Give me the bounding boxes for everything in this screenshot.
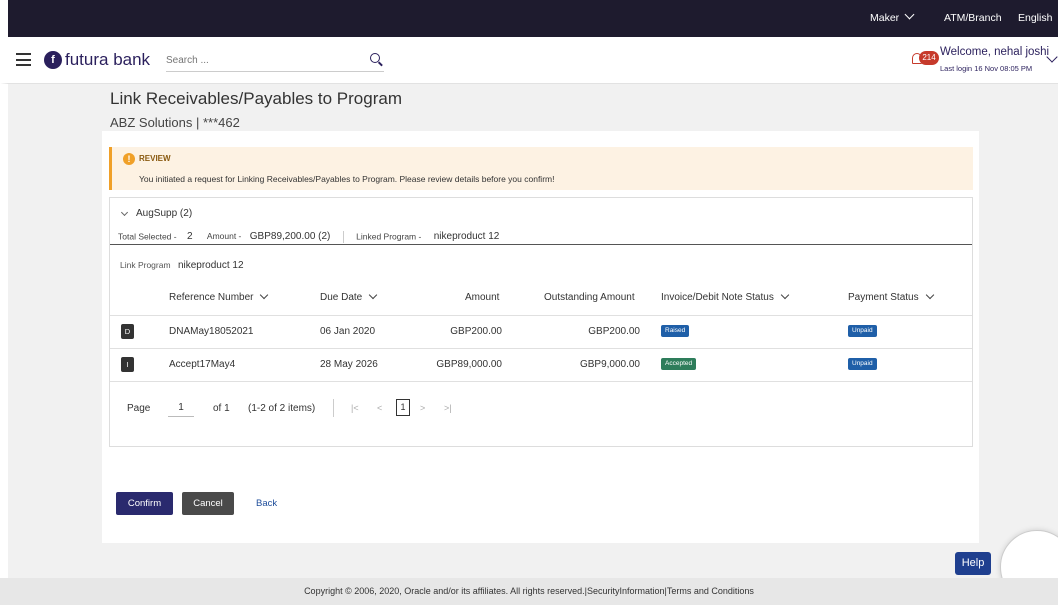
table-header: Reference Number Due Date Amount Outstan…: [110, 280, 972, 316]
column-amount: Amount: [465, 292, 500, 303]
top-bar: Maker ATM/Branch English: [0, 0, 1058, 57]
review-title: REVIEW: [139, 154, 171, 163]
cancel-button[interactable]: Cancel: [182, 492, 234, 515]
total-selected-label: Total Selected -: [118, 231, 177, 242]
page-subtitle: ABZ Solutions | ***462: [110, 115, 240, 130]
link-program-field: Link Program nikeproduct 12: [120, 260, 244, 271]
amount: GBP89,000.00: [436, 359, 502, 370]
column-label: Reference Number: [169, 292, 254, 303]
back-link[interactable]: Back: [256, 492, 277, 515]
review-message: You initiated a request for Linking Rece…: [139, 174, 555, 184]
language-selector[interactable]: English: [1018, 0, 1058, 57]
payment-status-badge: Unpaid: [848, 358, 877, 370]
reference-number[interactable]: Accept17May4: [169, 359, 235, 370]
brand-logo[interactable]: f futura bank: [44, 49, 150, 71]
prev-page-icon[interactable]: <: [377, 403, 382, 413]
app-header: f futura bank 214 Welcome, nehal joshi L…: [0, 37, 1058, 84]
group-panel: AugSupp (2) Total Selected - 2 Amount - …: [109, 197, 973, 447]
avatar: I: [121, 357, 134, 372]
last-page-icon[interactable]: >|: [444, 403, 452, 413]
atm-branch-link[interactable]: ATM/Branch: [944, 0, 1002, 37]
chevron-down-icon: [780, 290, 790, 300]
chevron-down-icon: [369, 290, 378, 300]
invoice-status-badge: Accepted: [661, 358, 697, 370]
group-summary: Total Selected - 2 Amount - GBP89,200.00…: [118, 231, 499, 243]
table-row[interactable]: I Accept17May4 28 May 2026 GBP89,000.00 …: [110, 349, 972, 382]
column-invoice-status[interactable]: Invoice/Debit Note Status: [661, 290, 790, 303]
outstanding-amount: GBP9,000.00: [579, 359, 640, 370]
page-button-current[interactable]: 1: [396, 399, 410, 416]
reference-number[interactable]: DNAMay18052021: [169, 326, 254, 337]
invoice-status-badge: Raised: [661, 325, 690, 337]
column-label: Payment Status: [848, 292, 919, 303]
help-button[interactable]: Help: [955, 552, 991, 575]
column-payment-status[interactable]: Payment Status: [848, 290, 934, 303]
chevron-down-icon: [925, 290, 934, 300]
amount-label: Amount -: [206, 231, 242, 242]
info-icon: !: [123, 153, 135, 165]
page-title: Link Receivables/Payables to Program: [110, 89, 402, 108]
page-of-label: of 1: [213, 403, 230, 414]
left-edge: [0, 84, 8, 605]
column-outstanding-amount: Outstanding Amount: [544, 292, 635, 303]
chevron-down-icon[interactable]: [120, 208, 129, 217]
items-count: (1-2 of 2 items): [248, 403, 316, 414]
review-banner: ! REVIEW You initiated a request for Lin…: [109, 147, 973, 190]
role-label: Maker: [870, 12, 900, 24]
column-label: Due Date: [320, 292, 363, 303]
logo-mark-icon: f: [44, 51, 62, 69]
avatar: D: [121, 324, 134, 339]
role-switcher[interactable]: Maker: [870, 0, 915, 37]
menu-icon[interactable]: [16, 53, 31, 66]
language-label: English: [1018, 12, 1053, 24]
chevron-down-icon: [260, 290, 269, 300]
notification-badge[interactable]: 214: [919, 51, 939, 65]
column-label: Invoice/Debit Note Status: [661, 292, 774, 303]
first-page-icon[interactable]: |<: [351, 403, 359, 413]
column-reference-number[interactable]: Reference Number: [169, 290, 269, 303]
link-program-value: nikeproduct 12: [177, 260, 244, 271]
last-login-text: Last login 16 Nov 08:05 PM: [940, 64, 1033, 73]
search-icon[interactable]: [370, 53, 380, 63]
next-page-icon[interactable]: >: [420, 403, 425, 413]
confirm-button[interactable]: Confirm: [116, 492, 173, 515]
column-due-date[interactable]: Due Date: [320, 290, 378, 303]
group-name[interactable]: AugSupp (2): [136, 208, 192, 219]
page-label: Page: [127, 403, 151, 414]
page-number-input[interactable]: 1: [168, 399, 194, 417]
due-date: 28 May 2026: [320, 359, 378, 370]
pagination: Page 1 of 1 (1-2 of 2 items) |< < 1 > >|: [110, 394, 972, 424]
linked-program-label: Linked Program -: [356, 231, 422, 242]
footer: Copyright © 2006, 2020, Oracle and/or it…: [0, 578, 1058, 605]
payment-status-badge: Unpaid: [848, 325, 877, 337]
brand-name: futura bank: [65, 50, 151, 69]
total-selected-value: 2: [186, 231, 193, 243]
divider: [333, 399, 334, 417]
chevron-down-icon: [904, 9, 915, 20]
due-date: 06 Jan 2020: [320, 326, 376, 337]
table-row[interactable]: D DNAMay18052021 06 Jan 2020 GBP200.00 G…: [110, 316, 972, 349]
search-input[interactable]: [166, 50, 356, 71]
amount: GBP200.00: [450, 326, 502, 337]
divider: [342, 231, 344, 243]
linked-program-value: nikeproduct 12: [433, 231, 500, 243]
divider: [110, 244, 972, 245]
search-box: [166, 50, 384, 72]
welcome-text[interactable]: Welcome, nehal joshi: [940, 46, 1049, 58]
link-program-label: Link Program: [120, 260, 171, 270]
outstanding-amount: GBP200.00: [588, 326, 640, 337]
amount-value: GBP89,200.00 (2): [249, 231, 331, 243]
